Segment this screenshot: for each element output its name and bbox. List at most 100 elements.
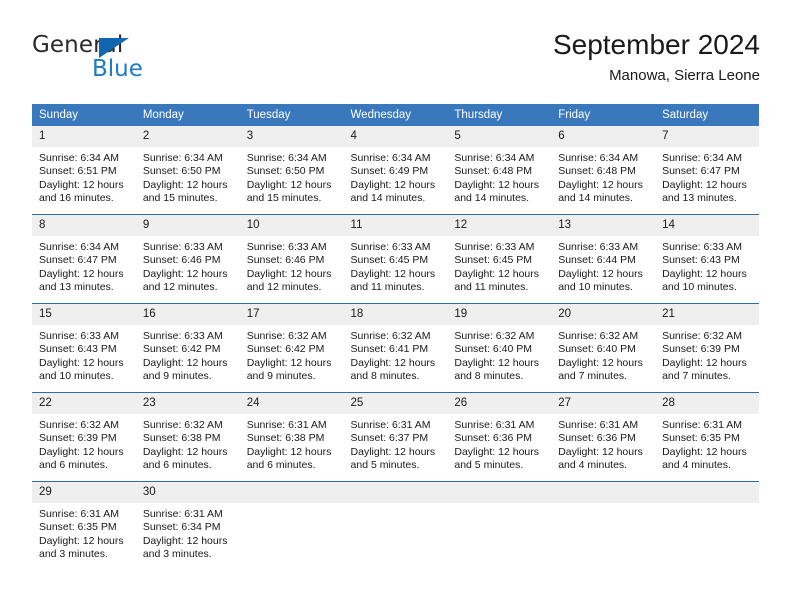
day-details: Sunrise: 6:32 AM Sunset: 6:38 PM Daylight:… xyxy=(136,414,240,481)
daylight-text-line1: Daylight: 12 hours xyxy=(142,356,228,369)
calendar-day-cell[interactable]: 24 Sunrise: 6:31 AM Sunset: 6:38 PM Dayligh… xyxy=(239,392,344,482)
calendar-day-cell-empty xyxy=(239,481,344,570)
daylight-text-line1: Daylight: 12 hours xyxy=(662,445,747,458)
day-number: 1 xyxy=(32,126,136,147)
calendar-day-cell[interactable]: 16 Sunrise: 6:33 AM Sunset: 6:42 PM Dayligh… xyxy=(135,303,240,393)
daylight-text-line2: and 6 minutes. xyxy=(142,459,212,472)
calendar-week-row: 22 Sunrise: 6:32 AM Sunset: 6:39 PM Dayligh… xyxy=(32,392,759,482)
sunset-text: Sunset: 6:50 PM xyxy=(246,165,325,178)
daylight-text-line2: and 6 minutes. xyxy=(39,459,108,472)
calendar-day-cell[interactable]: 10 Sunrise: 6:33 AM Sunset: 6:46 PM Dayligh… xyxy=(239,214,344,304)
daylight-text-line2: and 8 minutes. xyxy=(454,370,524,383)
daylight-text-line1: Daylight: 12 hours xyxy=(454,267,540,280)
day-details: Sunrise: 6:31 AM Sunset: 6:38 PM Daylight:… xyxy=(240,414,344,481)
day-details: Sunrise: 6:34 AM Sunset: 6:48 PM Daylight:… xyxy=(551,147,655,214)
day-number xyxy=(447,482,552,503)
day-number: 19 xyxy=(447,304,552,325)
calendar-page: General Blue September 2024 Manowa, Sier… xyxy=(0,0,792,612)
sunset-text: Sunset: 6:38 PM xyxy=(246,432,325,445)
calendar-day-cell-empty xyxy=(551,481,656,570)
sunset-text: Sunset: 6:43 PM xyxy=(39,343,117,356)
daylight-text-line2: and 8 minutes. xyxy=(350,370,420,383)
calendar-day-cell[interactable]: 25 Sunrise: 6:31 AM Sunset: 6:37 PM Dayligh… xyxy=(343,392,448,482)
day-details xyxy=(344,503,448,570)
sunrise-text: Sunrise: 6:34 AM xyxy=(39,152,119,164)
sunset-text: Sunset: 6:42 PM xyxy=(246,343,325,356)
calendar-day-cell-empty xyxy=(343,481,448,570)
sunrise-text: Sunrise: 6:31 AM xyxy=(246,419,327,431)
calendar-day-cell[interactable]: 9 Sunrise: 6:33 AM Sunset: 6:46 PM Daylight… xyxy=(135,214,240,304)
calendar-day-cell[interactable]: 30 Sunrise: 6:31 AM Sunset: 6:34 PM Dayligh… xyxy=(135,481,240,570)
daylight-text-line2: and 15 minutes. xyxy=(142,192,218,205)
calendar-day-cell[interactable]: 7 Sunrise: 6:34 AM Sunset: 6:47 PM Daylight… xyxy=(655,126,759,215)
daylight-text-line1: Daylight: 12 hours xyxy=(662,267,747,280)
day-number: 22 xyxy=(32,393,136,414)
sunset-text: Sunset: 6:37 PM xyxy=(350,432,429,445)
daylight-text-line2: and 11 minutes. xyxy=(350,281,425,294)
day-number: 9 xyxy=(135,215,240,236)
calendar-day-cell[interactable]: 11 Sunrise: 6:33 AM Sunset: 6:45 PM Dayligh… xyxy=(343,214,448,304)
calendar-day-cell[interactable]: 17 Sunrise: 6:32 AM Sunset: 6:42 PM Dayligh… xyxy=(239,303,344,393)
day-number: 18 xyxy=(343,304,448,325)
calendar-day-cell[interactable]: 28 Sunrise: 6:31 AM Sunset: 6:35 PM Dayligh… xyxy=(655,392,759,482)
sunrise-text: Sunrise: 6:31 AM xyxy=(558,419,639,431)
daylight-text-line2: and 5 minutes. xyxy=(350,459,420,472)
sunset-text: Sunset: 6:45 PM xyxy=(350,254,429,267)
calendar-day-cell[interactable]: 8 Sunrise: 6:34 AM Sunset: 6:47 PM Daylight… xyxy=(32,214,136,304)
sunrise-text: Sunrise: 6:34 AM xyxy=(350,152,431,164)
sunset-text: Sunset: 6:46 PM xyxy=(246,254,325,267)
daylight-text-line1: Daylight: 12 hours xyxy=(39,534,124,547)
sunrise-text: Sunrise: 6:31 AM xyxy=(454,419,535,431)
day-details: Sunrise: 6:34 AM Sunset: 6:51 PM Daylight:… xyxy=(32,147,136,214)
calendar-day-cell[interactable]: 6 Sunrise: 6:34 AM Sunset: 6:48 PM Daylight… xyxy=(551,126,656,215)
day-number: 15 xyxy=(32,304,136,325)
sunset-text: Sunset: 6:47 PM xyxy=(662,165,740,178)
calendar-day-cell[interactable]: 23 Sunrise: 6:32 AM Sunset: 6:38 PM Dayligh… xyxy=(135,392,240,482)
sunset-text: Sunset: 6:47 PM xyxy=(39,254,117,267)
calendar-day-cell[interactable]: 2 Sunrise: 6:34 AM Sunset: 6:50 PM Daylight… xyxy=(135,126,240,215)
sunrise-text: Sunrise: 6:32 AM xyxy=(662,330,743,342)
calendar-week-row: 8 Sunrise: 6:34 AM Sunset: 6:47 PM Daylight… xyxy=(32,214,759,304)
calendar-day-cell[interactable]: 26 Sunrise: 6:31 AM Sunset: 6:36 PM Dayligh… xyxy=(447,392,552,482)
daylight-text-line1: Daylight: 12 hours xyxy=(39,178,124,191)
calendar-day-cell[interactable]: 20 Sunrise: 6:32 AM Sunset: 6:40 PM Dayligh… xyxy=(551,303,656,393)
daylight-text-line2: and 4 minutes. xyxy=(558,459,628,472)
day-number: 11 xyxy=(343,215,448,236)
sunrise-text: Sunrise: 6:33 AM xyxy=(142,241,223,253)
general-blue-logo[interactable]: General Blue xyxy=(32,32,232,88)
sunrise-text: Sunrise: 6:31 AM xyxy=(39,508,119,520)
daylight-text-line1: Daylight: 12 hours xyxy=(350,267,436,280)
calendar-day-cell[interactable]: 13 Sunrise: 6:33 AM Sunset: 6:44 PM Dayligh… xyxy=(551,214,656,304)
day-number: 7 xyxy=(655,126,759,147)
calendar-day-cell[interactable]: 12 Sunrise: 6:33 AM Sunset: 6:45 PM Dayligh… xyxy=(447,214,552,304)
daylight-text-line2: and 4 minutes. xyxy=(662,459,731,472)
day-details: Sunrise: 6:32 AM Sunset: 6:39 PM Daylight:… xyxy=(655,325,759,392)
calendar-day-cell[interactable]: 22 Sunrise: 6:32 AM Sunset: 6:39 PM Dayligh… xyxy=(32,392,136,482)
day-number: 26 xyxy=(447,393,552,414)
sunrise-text: Sunrise: 6:33 AM xyxy=(558,241,639,253)
day-details: Sunrise: 6:33 AM Sunset: 6:44 PM Daylight:… xyxy=(551,236,655,303)
calendar-day-cell[interactable]: 14 Sunrise: 6:33 AM Sunset: 6:43 PM Dayligh… xyxy=(655,214,759,304)
calendar-day-cell[interactable]: 29 Sunrise: 6:31 AM Sunset: 6:35 PM Dayligh… xyxy=(32,481,136,570)
daylight-text-line2: and 7 minutes. xyxy=(662,370,731,383)
calendar-day-cell[interactable]: 27 Sunrise: 6:31 AM Sunset: 6:36 PM Dayligh… xyxy=(551,392,656,482)
calendar-day-cell[interactable]: 21 Sunrise: 6:32 AM Sunset: 6:39 PM Dayligh… xyxy=(655,303,759,393)
day-number: 4 xyxy=(343,126,448,147)
column-header-monday: Monday xyxy=(135,104,240,126)
day-details: Sunrise: 6:33 AM Sunset: 6:45 PM Daylight:… xyxy=(344,236,448,303)
daylight-text-line1: Daylight: 12 hours xyxy=(142,267,228,280)
calendar-day-cell[interactable]: 18 Sunrise: 6:32 AM Sunset: 6:41 PM Dayligh… xyxy=(343,303,448,393)
calendar-day-cell[interactable]: 19 Sunrise: 6:32 AM Sunset: 6:40 PM Dayligh… xyxy=(447,303,552,393)
day-number xyxy=(343,482,448,503)
day-details: Sunrise: 6:34 AM Sunset: 6:50 PM Daylight:… xyxy=(136,147,240,214)
day-number: 21 xyxy=(655,304,759,325)
calendar-day-cell[interactable]: 5 Sunrise: 6:34 AM Sunset: 6:48 PM Daylight… xyxy=(447,126,552,215)
calendar-day-cell[interactable]: 4 Sunrise: 6:34 AM Sunset: 6:49 PM Daylight… xyxy=(343,126,448,215)
sunrise-text: Sunrise: 6:32 AM xyxy=(39,419,119,431)
sunrise-text: Sunrise: 6:32 AM xyxy=(454,330,535,342)
daylight-text-line2: and 10 minutes. xyxy=(662,281,737,294)
calendar-day-cell[interactable]: 15 Sunrise: 6:33 AM Sunset: 6:43 PM Dayligh… xyxy=(32,303,136,393)
day-details: Sunrise: 6:31 AM Sunset: 6:34 PM Daylight:… xyxy=(136,503,240,570)
calendar-day-cell[interactable]: 3 Sunrise: 6:34 AM Sunset: 6:50 PM Daylight… xyxy=(239,126,344,215)
calendar-day-cell[interactable]: 1 Sunrise: 6:34 AM Sunset: 6:51 PM Daylight… xyxy=(32,126,136,215)
